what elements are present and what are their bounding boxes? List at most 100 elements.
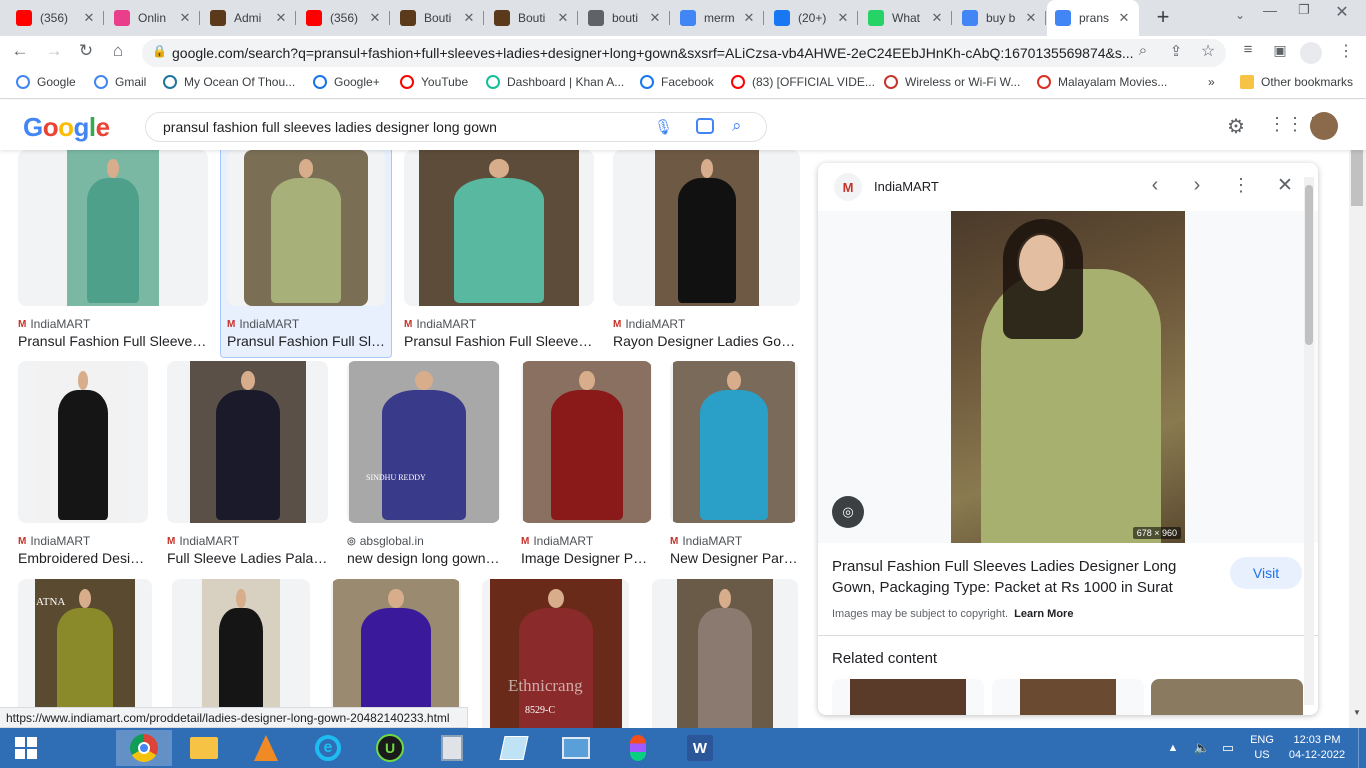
tab-close-icon[interactable]: ✕ [742, 10, 756, 26]
result-thumbnail[interactable] [613, 150, 800, 306]
side-panel-icon[interactable]: ▣ [1270, 42, 1290, 59]
image-result[interactable]: M IndiaMART Rayon Designer Ladies Gown... [613, 150, 800, 358]
browser-tab[interactable]: What ✕ [860, 4, 952, 32]
google-logo[interactable]: Google [23, 112, 110, 143]
image-result[interactable]: M IndiaMART Pransul Fashion Full Sle... [227, 150, 385, 358]
forward-icon[interactable]: → [44, 41, 64, 61]
result-thumbnail[interactable] [227, 150, 385, 306]
tab-close-icon[interactable]: ✕ [836, 10, 850, 26]
result-thumbnail[interactable] [404, 150, 594, 306]
image-result[interactable]: M IndiaMART Embroidered Desig... [18, 361, 148, 575]
file-explorer-icon[interactable] [180, 730, 228, 766]
related-thumb[interactable] [832, 679, 984, 715]
result-thumbnail[interactable] [167, 361, 328, 523]
result-thumbnail[interactable] [172, 579, 310, 728]
related-thumb[interactable] [992, 679, 1144, 715]
bookmarks-more-button[interactable]: » [1208, 75, 1215, 89]
word-icon[interactable]: W [676, 730, 724, 766]
tab-close-icon[interactable]: ✕ [368, 10, 382, 26]
language-indicator[interactable]: ENG US [1248, 733, 1276, 763]
more-options-icon[interactable]: ⋮ [1230, 175, 1252, 196]
photos-icon[interactable] [552, 730, 600, 766]
minimize-button[interactable]: — [1258, 2, 1282, 18]
bookmark-item[interactable]: Wireless or Wi-Fi W... [884, 75, 1020, 89]
panel-title[interactable]: Pransul Fashion Full Sleeves Ladies Desi… [832, 556, 1204, 598]
browser-tab[interactable]: (356) ✕ [8, 4, 104, 32]
image-result[interactable] [331, 579, 461, 728]
zoom-icon[interactable]: ⌕ [1133, 42, 1153, 59]
search-icon[interactable]: ⌕ [732, 116, 742, 136]
result-source[interactable]: M IndiaMART [670, 534, 742, 548]
result-caption[interactable]: Pransul Fashion Full Sleeve L... [404, 333, 594, 349]
bookmark-item[interactable]: (83) [OFFICIAL VIDE... [731, 75, 875, 89]
panel-scrollbar[interactable] [1304, 177, 1314, 705]
result-caption[interactable]: Full Sleeve Ladies Palaz... [167, 550, 328, 566]
tab-close-icon[interactable]: ✕ [274, 10, 288, 26]
bookmark-item[interactable]: Google [16, 75, 76, 89]
lens-search-button[interactable]: ◎ [832, 496, 864, 528]
image-result[interactable]: M IndiaMART Pransul Fashion Full Sleeve L.… [404, 150, 594, 358]
result-thumbnail[interactable] [18, 150, 208, 306]
settings-icon[interactable]: ⚙ [1224, 114, 1248, 139]
figma-icon[interactable] [614, 730, 662, 766]
result-thumbnail[interactable] [521, 361, 652, 523]
reload-icon[interactable]: ↻ [76, 41, 96, 61]
tab-search-icon[interactable]: ⌄ [1230, 8, 1250, 22]
new-tab-button[interactable]: + [1150, 4, 1176, 30]
result-caption[interactable]: New Designer Party... [670, 550, 798, 566]
back-icon[interactable]: ← [10, 41, 30, 61]
result-thumbnail[interactable] [652, 579, 798, 728]
browser-tab[interactable]: (356) ✕ [298, 4, 390, 32]
preview-image[interactable]: 678 × 960 [951, 211, 1185, 543]
result-source[interactable]: M IndiaMART [18, 534, 90, 548]
related-thumb[interactable] [1151, 679, 1303, 715]
result-caption[interactable]: Embroidered Desig... [18, 550, 148, 566]
other-bookmarks[interactable]: Other bookmarks [1240, 75, 1353, 89]
tab-close-icon[interactable]: ✕ [1024, 10, 1038, 26]
tab-close-icon[interactable]: ✕ [648, 10, 662, 26]
visit-button[interactable]: Visit [1230, 557, 1302, 589]
image-result[interactable]: M IndiaMART New Designer Party... [670, 361, 798, 575]
bookmark-item[interactable]: Malayalam Movies... [1037, 75, 1167, 89]
search-input[interactable]: pransul fashion full sleeves ladies desi… [145, 112, 767, 142]
result-caption[interactable]: new design long gown d... [347, 550, 500, 566]
share-icon[interactable]: ⇪ [1166, 42, 1186, 60]
internet-explorer-icon[interactable]: e [304, 730, 352, 766]
page-scrollbar[interactable]: ▼ [1349, 136, 1366, 728]
media-icon[interactable]: ≡ [1238, 41, 1258, 58]
menu-icon[interactable]: ⋮ [1336, 41, 1356, 61]
address-bar[interactable]: 🔒 google.com/search?q=pransul+fashion+fu… [142, 39, 1226, 67]
browser-tab[interactable]: prans ✕ [1047, 0, 1139, 36]
result-thumbnail[interactable] [347, 361, 500, 523]
browser-tab[interactable]: bouti ✕ [580, 4, 670, 32]
browser-tab[interactable]: merm ✕ [672, 4, 764, 32]
volume-icon[interactable]: 🔈 [1192, 730, 1212, 766]
microphone-icon[interactable]: 🎙 [654, 118, 673, 136]
clock[interactable]: 12:03 PM 04-12-2022 [1288, 733, 1346, 763]
bookmark-item[interactable]: YouTube [400, 75, 468, 89]
vlc-icon[interactable] [242, 730, 290, 766]
result-source[interactable]: M IndiaMART [613, 317, 685, 331]
tray-expand-icon[interactable]: ▲ [1164, 730, 1182, 766]
image-result[interactable]: M IndiaMART Full Sleeve Ladies Palaz... [167, 361, 328, 575]
tab-close-icon[interactable]: ✕ [930, 10, 944, 26]
browser-tab[interactable]: Onlin ✕ [106, 4, 200, 32]
browser-tab[interactable]: (20+) ✕ [766, 4, 858, 32]
chrome-taskbar-icon[interactable] [116, 730, 172, 766]
result-caption[interactable]: Rayon Designer Ladies Gown... [613, 333, 800, 349]
result-thumbnail[interactable] [670, 361, 798, 523]
notes-icon[interactable] [490, 730, 538, 766]
tab-close-icon[interactable]: ✕ [82, 10, 96, 26]
lens-icon[interactable] [696, 118, 714, 134]
bookmark-item[interactable]: Facebook [640, 75, 714, 89]
apps-icon[interactable]: ⋮⋮⋮ [1268, 114, 1322, 135]
account-avatar[interactable] [1310, 112, 1338, 140]
image-result[interactable] [482, 579, 629, 728]
calculator-icon[interactable] [428, 730, 476, 766]
result-source[interactable]: M IndiaMART [167, 534, 239, 548]
show-desktop[interactable] [1358, 728, 1366, 768]
home-icon[interactable]: ⌂ [108, 41, 128, 61]
upwork-icon[interactable]: U [366, 730, 414, 766]
network-icon[interactable]: ▭ [1218, 730, 1238, 766]
panel-source-name[interactable]: IndiaMART [874, 179, 939, 194]
